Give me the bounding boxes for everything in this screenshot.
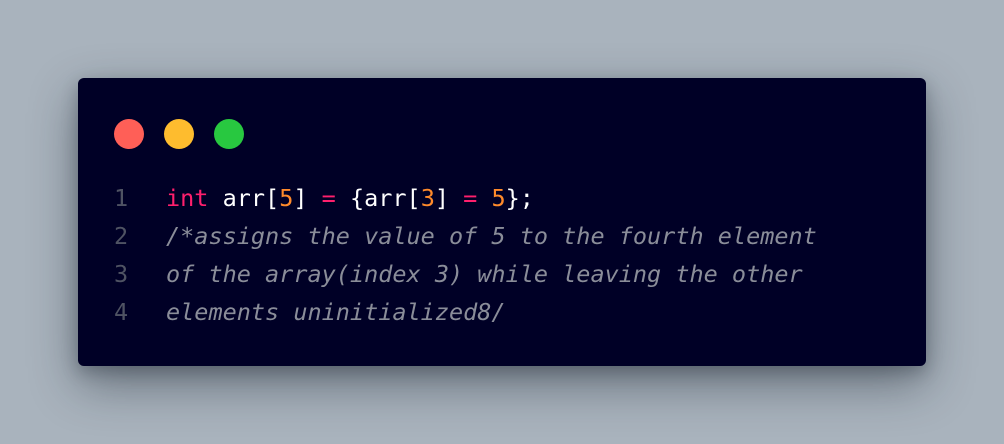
token-3: 3 <box>420 184 435 212</box>
minimize-button[interactable] <box>164 119 194 149</box>
comment-line-3: of the array(index 3) while leaving the … <box>166 260 803 288</box>
line-number-3: 3 <box>114 260 129 288</box>
code-line-2: 2 /*assigns the value of 5 to the fourth… <box>114 217 817 255</box>
line-number-4: 4 <box>114 298 129 326</box>
token-close-bracket: ] <box>293 184 322 212</box>
token-open-brace-arr: {arr[ <box>335 184 421 212</box>
code-text-1: int arr[5] = {arr[3] = 5}; <box>166 184 534 212</box>
comment-line-4: elements uninitialized8/ <box>166 298 506 326</box>
token-equals: = <box>321 184 336 212</box>
token-int: int <box>166 184 209 212</box>
token-end: }; <box>505 184 534 212</box>
code-line-1: 1 int arr[5] = {arr[3] = 5}; <box>114 179 817 217</box>
close-button[interactable] <box>114 119 144 149</box>
token-arr: arr[ <box>208 184 280 212</box>
code-block: 1 int arr[5] = {arr[3] = 5}; 2 /*assigns… <box>114 179 817 331</box>
window-controls <box>114 119 264 149</box>
code-window: 1 int arr[5] = {arr[3] = 5}; 2 /*assigns… <box>78 78 926 366</box>
comment-line-2: /*assigns the value of 5 to the fourth e… <box>166 222 817 250</box>
token-equals-2: = <box>463 184 478 212</box>
token-5: 5 <box>279 184 294 212</box>
maximize-button[interactable] <box>214 119 244 149</box>
code-line-4: 4 elements uninitialized8/ <box>114 293 817 331</box>
line-number-2: 2 <box>114 222 129 250</box>
line-number-1: 1 <box>114 184 129 212</box>
token-close-bracket-2: ] <box>434 184 464 212</box>
code-line-3: 3 of the array(index 3) while leaving th… <box>114 255 817 293</box>
token-5-value: 5 <box>491 184 506 212</box>
